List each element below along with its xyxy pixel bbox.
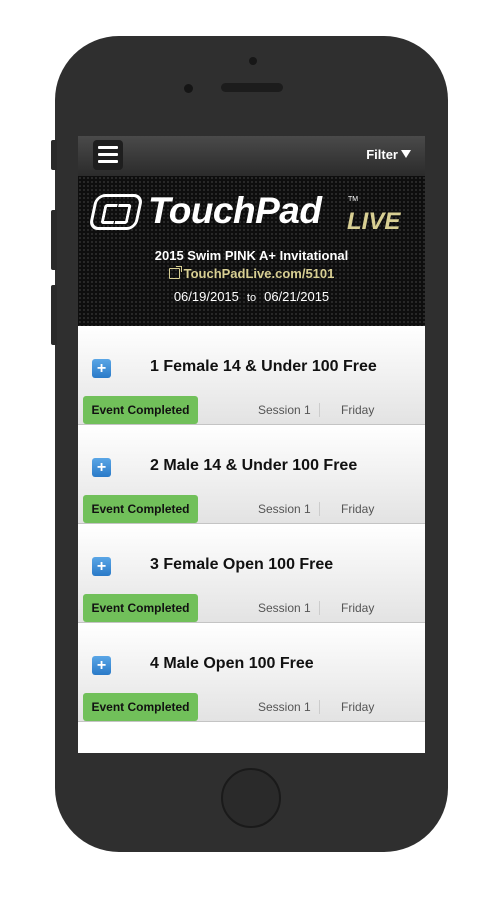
- expand-plus-icon[interactable]: +: [92, 359, 111, 378]
- expand-plus-icon[interactable]: +: [92, 557, 111, 576]
- event-day: Friday: [341, 403, 375, 417]
- event-day: Friday: [341, 700, 375, 714]
- logo-text: TouchPad: [148, 190, 322, 231]
- event-row[interactable]: + 3 Female Open 100 Free Event Completed…: [78, 524, 425, 623]
- touchpad-live-logo: TouchPad TM LIVE: [88, 190, 412, 236]
- meet-name: 2015 Swim PINK A+ Invitational: [154, 248, 349, 263]
- event-title: 4 Male Open 100 Free: [150, 655, 314, 672]
- event-row[interactable]: + 1 Female 14 & Under 100 Free Event Com…: [78, 326, 425, 425]
- logo-trademark: TM: [348, 196, 359, 203]
- event-row[interactable]: + 2 Male 14 & Under 100 Free Event Compl…: [78, 425, 425, 524]
- volume-up-button: [51, 210, 57, 270]
- status-badge: Event Completed: [83, 594, 198, 622]
- phone-screen: Filter TouchPad TM LIVE 2015 Swim PINK A…: [78, 136, 425, 753]
- meet-link[interactable]: TouchPadLive.com/5101: [78, 266, 425, 281]
- home-button[interactable]: [221, 768, 281, 828]
- proximity-sensor: [184, 84, 193, 93]
- touchpad-logo-icon: [88, 194, 144, 230]
- event-title: 1 Female 14 & Under 100 Free: [150, 358, 377, 375]
- meet-link-text: TouchPadLive.com/5101: [183, 266, 335, 281]
- event-title: 3 Female Open 100 Free: [150, 556, 334, 573]
- filter-label: Filter: [366, 147, 398, 162]
- expand-plus-icon[interactable]: +: [92, 458, 111, 477]
- status-badge: Event Completed: [83, 693, 198, 721]
- top-navbar: Filter: [78, 136, 425, 176]
- event-session: Session 1: [258, 502, 320, 516]
- funnel-icon: [401, 150, 411, 158]
- date-separator: to: [246, 292, 257, 304]
- event-session: Session 1: [258, 601, 320, 615]
- event-day: Friday: [341, 601, 375, 615]
- start-date: 06/19/2015: [173, 289, 239, 304]
- end-date: 06/21/2015: [264, 289, 330, 304]
- earpiece-speaker: [221, 83, 283, 92]
- mute-switch: [51, 140, 57, 170]
- event-session: Session 1: [258, 700, 320, 714]
- meet-dates: 06/19/2015 to 06/21/2015: [78, 289, 425, 304]
- meet-banner: TouchPad TM LIVE 2015 Swim PINK A+ Invit…: [78, 176, 425, 326]
- front-camera: [249, 57, 257, 65]
- event-title: 2 Male 14 & Under 100 Free: [150, 457, 358, 474]
- external-link-icon: [168, 266, 182, 279]
- status-badge: Event Completed: [83, 495, 198, 523]
- filter-button[interactable]: Filter: [366, 147, 411, 162]
- expand-plus-icon[interactable]: +: [92, 656, 111, 675]
- event-session: Session 1: [258, 403, 320, 417]
- logo-live-text: LIVE: [347, 208, 401, 235]
- hamburger-icon[interactable]: [93, 140, 123, 170]
- status-badge: Event Completed: [83, 396, 198, 424]
- event-row[interactable]: + 4 Male Open 100 Free Event Completed S…: [78, 623, 425, 722]
- event-day: Friday: [341, 502, 375, 516]
- volume-down-button: [51, 285, 57, 345]
- event-list: + 1 Female 14 & Under 100 Free Event Com…: [78, 326, 425, 722]
